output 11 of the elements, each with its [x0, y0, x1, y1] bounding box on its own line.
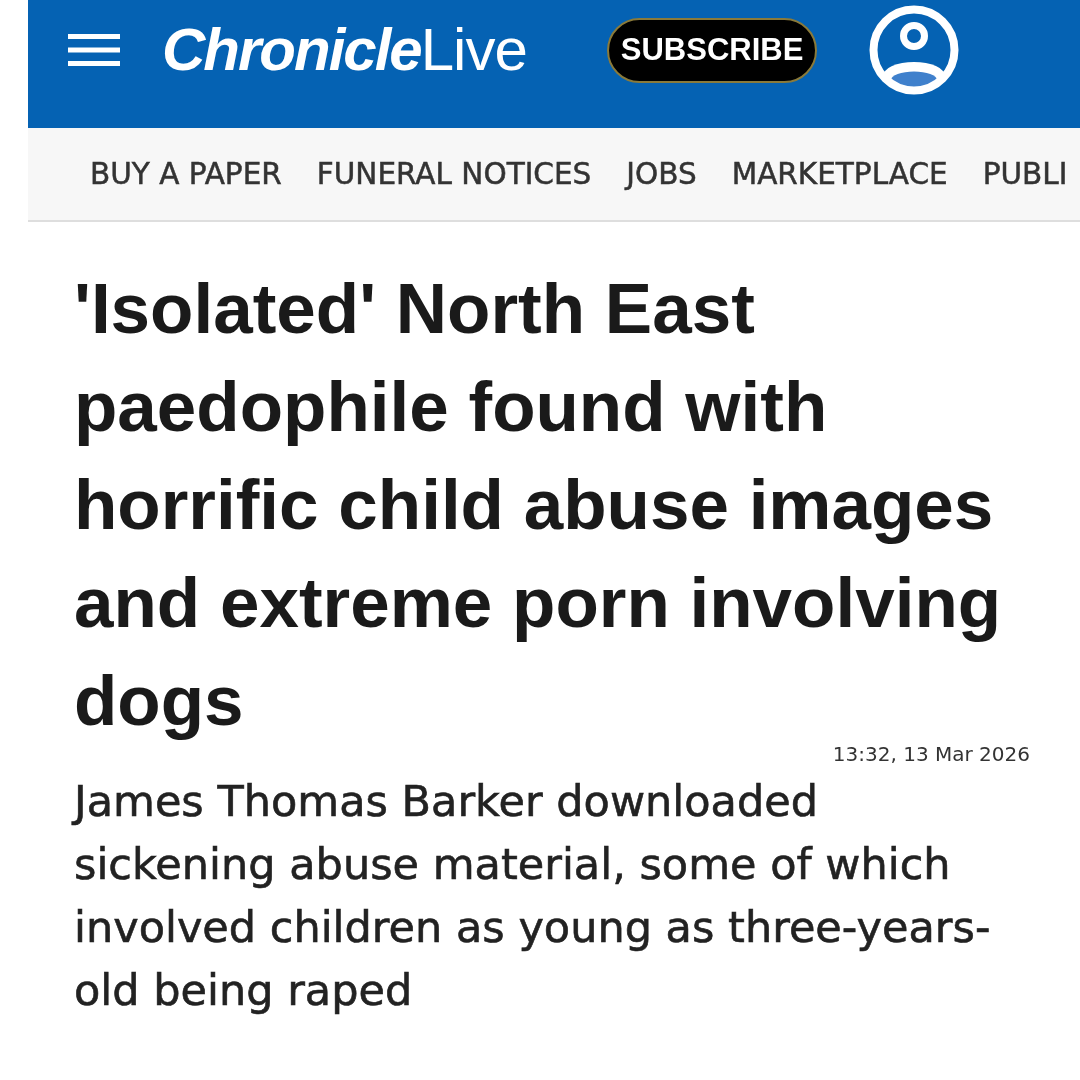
- site-logo[interactable]: ChronicleLive: [162, 20, 527, 80]
- subscribe-button[interactable]: SUBSCRIBE: [606, 17, 818, 83]
- nav-link[interactable]: BUY A PAPER: [90, 157, 282, 191]
- article-headline: 'Isolated' North East paedophile found with horrific child abuse images and extreme porn involving dogs: [74, 269, 1002, 740]
- menu-icon[interactable]: [68, 34, 120, 66]
- nav-link[interactable]: FUNERAL NOTICES: [316, 157, 592, 191]
- nav-link[interactable]: JOBS: [626, 157, 697, 191]
- account-icon[interactable]: [869, 5, 960, 95]
- nav-link[interactable]: MARKETPLACE: [731, 157, 948, 191]
- article-timestamp: 13:32, 13 Mar 2026: [832, 742, 1030, 766]
- nav-link[interactable]: PUBLI: [982, 157, 1068, 191]
